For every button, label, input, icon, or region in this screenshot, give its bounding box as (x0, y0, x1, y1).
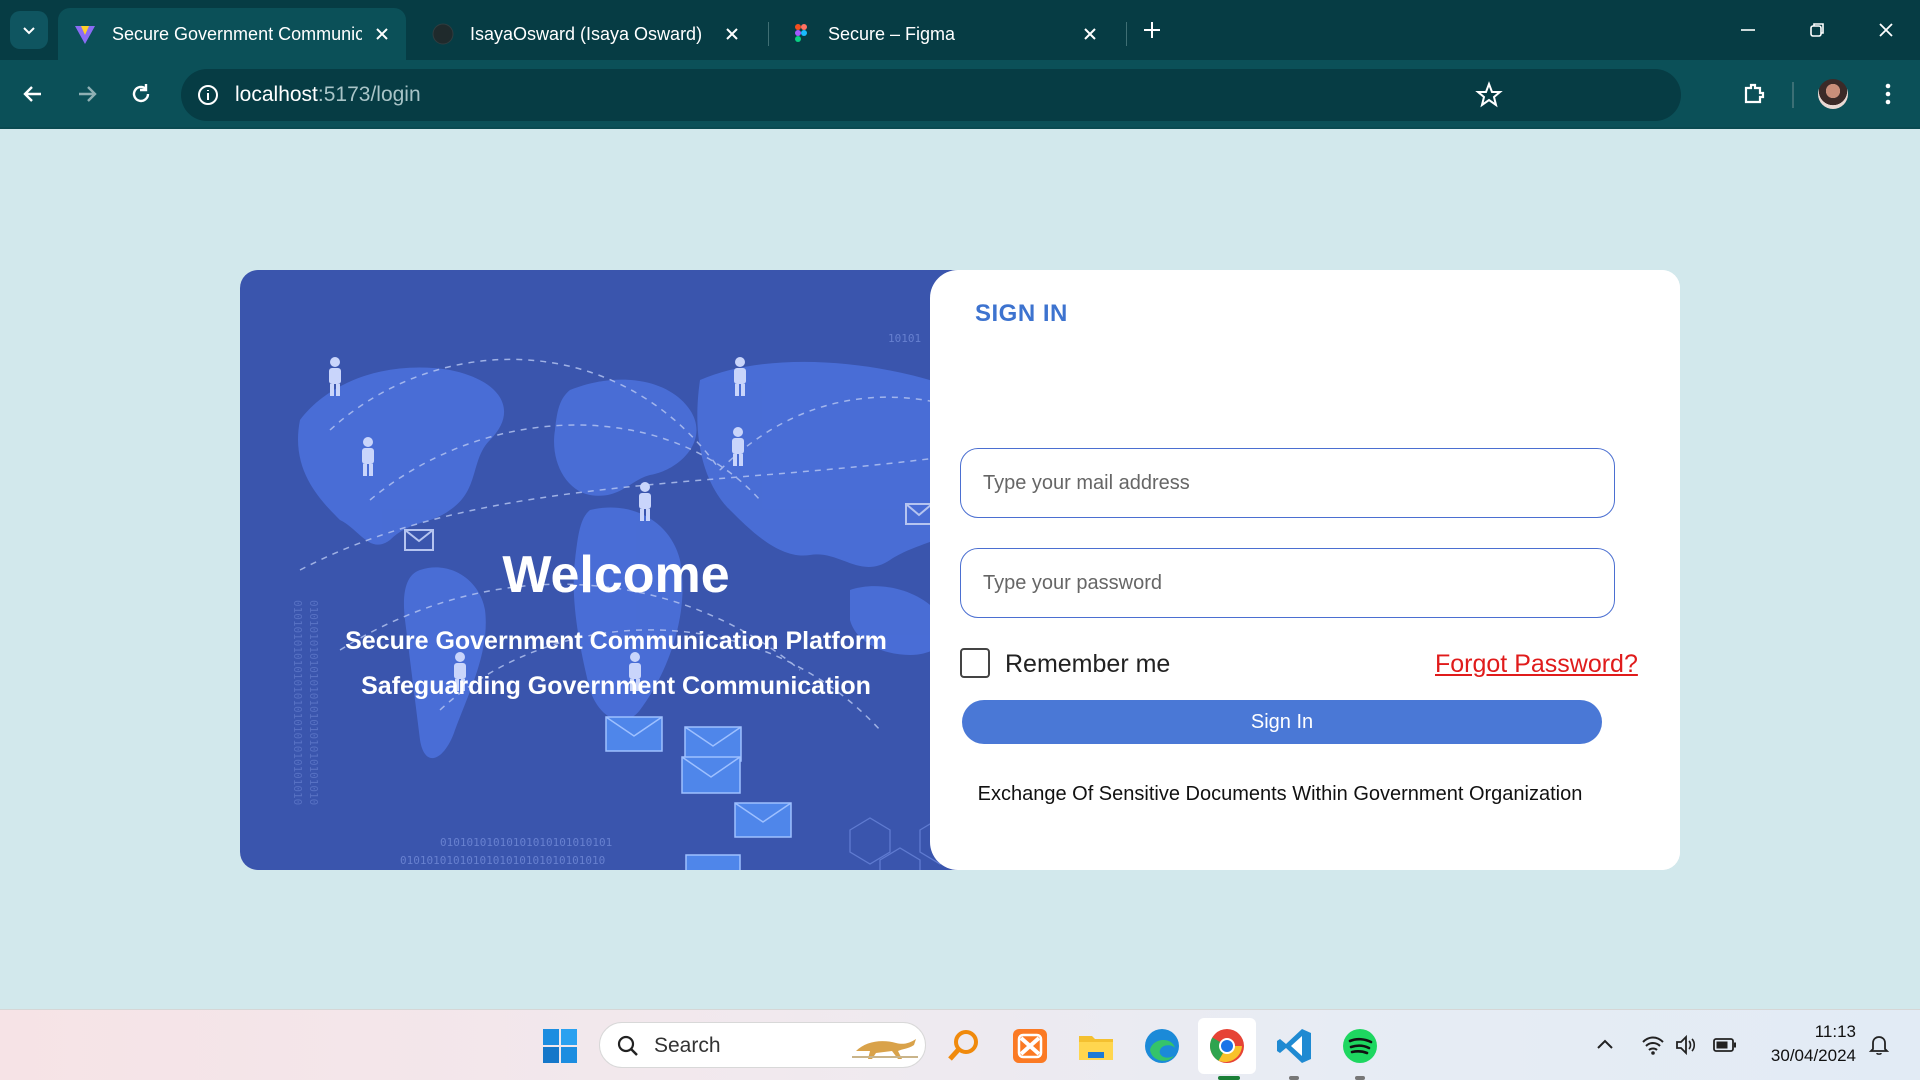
window-close-icon[interactable] (1874, 18, 1898, 42)
tab-title: Secure Government Communic (112, 23, 362, 44)
binary-text: 01010101010101010101010101 (440, 836, 612, 849)
binary-text: 10101 (888, 332, 921, 345)
running-indicator (1218, 1076, 1240, 1080)
magnifier-app-icon[interactable] (944, 1026, 984, 1066)
tab-title: Secure – Figma (828, 23, 956, 44)
forgot-password-link[interactable]: Forgot Password? (1435, 650, 1638, 679)
vite-icon (75, 26, 95, 44)
chevron-down-icon (23, 27, 35, 35)
platform-description: Exchange Of Sensitive Documents Within G… (977, 783, 1583, 805)
vscode-icon[interactable] (1274, 1026, 1314, 1066)
tagline-primary: Secure Government Communication Platform (345, 627, 887, 655)
tab-separator (1126, 22, 1127, 46)
profile-avatar[interactable] (1818, 79, 1848, 109)
restore-icon[interactable] (1805, 18, 1829, 42)
remember-me-checkbox[interactable] (960, 648, 990, 678)
password-field[interactable] (960, 548, 1615, 618)
close-icon[interactable] (372, 24, 392, 44)
tab-secure-gov[interactable]: Secure Government Communic (58, 8, 406, 60)
taskbar-search-box[interactable]: Search (599, 1022, 926, 1068)
browser-toolbar: localhost:5173/login (0, 60, 1920, 129)
taskbar-clock[interactable]: 11:13 30/04/2024 (1752, 1020, 1856, 1068)
welcome-heading: Welcome (502, 546, 730, 604)
sign-in-button[interactable]: Sign In (962, 700, 1602, 744)
spotify-icon[interactable] (1340, 1026, 1380, 1066)
clock-date: 30/04/2024 (1770, 1046, 1856, 1065)
more-menu-icon[interactable] (1874, 80, 1902, 108)
bookmark-star-icon[interactable] (1475, 81, 1503, 109)
tab-separator (768, 22, 769, 46)
tab-search-button[interactable] (10, 11, 48, 49)
running-indicator (1355, 1076, 1365, 1080)
address-bar[interactable]: localhost:5173/login (181, 69, 1681, 121)
email-field[interactable] (960, 448, 1615, 518)
remember-me-label: Remember me (1005, 650, 1171, 678)
chevron-up-icon[interactable] (1592, 1032, 1618, 1058)
search-icon (617, 1035, 638, 1056)
battery-icon[interactable] (1712, 1032, 1738, 1058)
windows-start-icon[interactable] (540, 1026, 580, 1066)
tab-github[interactable]: IsayaOsward (Isaya Osward) (416, 8, 756, 60)
url-host: localhost (235, 83, 318, 106)
back-arrow-icon[interactable] (19, 80, 47, 108)
chrome-icon[interactable] (1207, 1026, 1247, 1066)
close-icon[interactable] (1080, 24, 1100, 44)
tab-figma[interactable]: Secure – Figma (774, 8, 1114, 60)
site-info-icon[interactable] (196, 83, 220, 107)
close-icon[interactable] (722, 24, 742, 44)
sign-in-panel: SIGN IN Remember me Forgot Password? Sig… (930, 270, 1680, 870)
notification-bell-icon[interactable] (1866, 1032, 1892, 1058)
tab-title: IsayaOsward (Isaya Osward) (470, 23, 703, 44)
xampp-icon[interactable] (1010, 1026, 1050, 1066)
search-label: Search (654, 1034, 721, 1057)
clock-time: 11:13 (1814, 1022, 1856, 1041)
file-explorer-icon[interactable] (1076, 1026, 1116, 1066)
volume-icon[interactable] (1673, 1032, 1699, 1058)
sign-in-title: SIGN IN (975, 300, 1068, 327)
figma-icon (795, 24, 807, 42)
toolbar-separator (1792, 82, 1794, 108)
reload-icon[interactable] (127, 80, 155, 108)
browser-tab-bar: Secure Government Communic IsayaOsward (… (0, 0, 1920, 60)
new-tab-plus-icon[interactable] (1140, 18, 1164, 42)
extensions-puzzle-icon[interactable] (1740, 80, 1768, 108)
url-path: :5173/login (317, 83, 421, 106)
edge-icon[interactable] (1142, 1026, 1182, 1066)
github-icon (432, 23, 454, 45)
forward-arrow-icon[interactable] (73, 80, 101, 108)
tagline-secondary: Safeguarding Government Communication (361, 672, 871, 700)
search-highlight-cheetah-icon (852, 1039, 918, 1059)
binary-text: 0101010101010101010101010101010 (400, 854, 605, 867)
minimize-icon[interactable] (1736, 18, 1760, 42)
windows-taskbar: Search 11:13 30/04/2024 (0, 1009, 1920, 1080)
wifi-icon[interactable] (1640, 1032, 1666, 1058)
welcome-panel: 01010101010101010101010101 0101010101010… (240, 270, 992, 870)
login-card: 01010101010101010101010101 0101010101010… (240, 270, 1680, 870)
running-indicator (1289, 1076, 1299, 1080)
url-text[interactable]: localhost:5173/login (235, 83, 421, 107)
